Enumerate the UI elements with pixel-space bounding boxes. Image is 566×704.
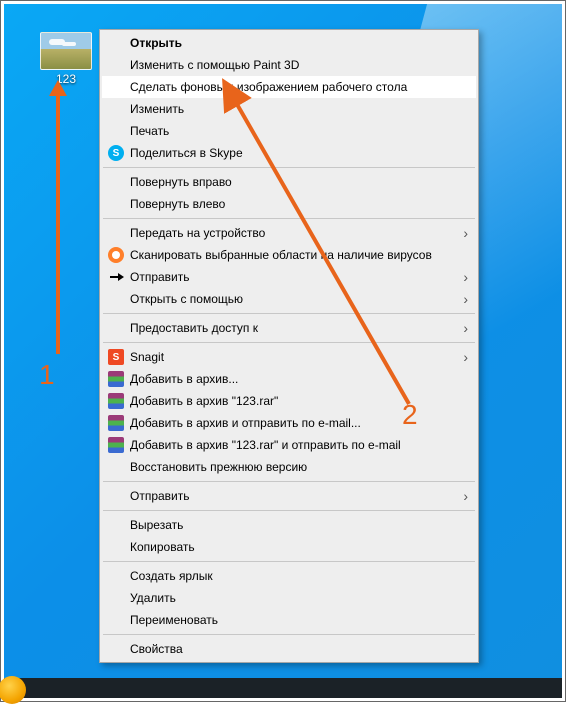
menu-item-label: Добавить в архив "123.rar" и отправить п…	[130, 438, 401, 452]
rar-icon	[108, 437, 124, 453]
menu-separator	[103, 342, 475, 343]
menu-item-label: Открыть с помощью	[130, 292, 243, 306]
menu-item-label: Удалить	[130, 591, 176, 605]
menu-item[interactable]: Восстановить прежнюю версию	[102, 456, 476, 478]
menu-item-label: Вырезать	[130, 518, 183, 532]
menu-item[interactable]: Добавить в архив "123.rar"	[102, 390, 476, 412]
menu-separator	[103, 481, 475, 482]
menu-item-label: Сделать фоновым изображением рабочего ст…	[130, 80, 407, 94]
menu-item-label: Поделиться в Skype	[130, 146, 243, 160]
menu-item-label: Открыть	[130, 36, 182, 50]
context-menu: Открыть Изменить с помощью Paint 3D Сделат…	[99, 29, 479, 663]
menu-item[interactable]: Отправить ›	[102, 266, 476, 288]
desktop-icon-file[interactable]: 123	[34, 32, 98, 86]
menu-separator	[103, 218, 475, 219]
avast-icon	[108, 247, 124, 263]
menu-separator	[103, 634, 475, 635]
rar-icon	[108, 393, 124, 409]
menu-item[interactable]: Snagit ›	[102, 346, 476, 368]
chevron-right-icon: ›	[463, 291, 468, 307]
menu-item-label: Восстановить прежнюю версию	[130, 460, 307, 474]
menu-item[interactable]: Добавить в архив "123.rar" и отправить п…	[102, 434, 476, 456]
menu-item[interactable]: Переименовать	[102, 609, 476, 631]
desktop-icon-label: 123	[34, 72, 98, 86]
menu-item-label: Добавить в архив...	[130, 372, 238, 386]
menu-item[interactable]: Свойства	[102, 638, 476, 660]
annotation-arrow-1	[56, 94, 60, 354]
menu-item[interactable]: Открыть с помощью ›	[102, 288, 476, 310]
menu-item-label: Добавить в архив "123.rar"	[130, 394, 278, 408]
menu-item-label: Предоставить доступ к	[130, 321, 258, 335]
menu-item[interactable]: Повернуть вправо	[102, 171, 476, 193]
menu-item-label: Переименовать	[130, 613, 218, 627]
share-icon	[108, 269, 124, 285]
menu-item-label: Изменить	[130, 102, 184, 116]
menu-item[interactable]: Поделиться в Skype	[102, 142, 476, 164]
menu-item[interactable]: Создать ярлык	[102, 565, 476, 587]
menu-item[interactable]: Изменить с помощью Paint 3D	[102, 54, 476, 76]
chevron-right-icon: ›	[463, 269, 468, 285]
menu-separator	[103, 167, 475, 168]
menu-item[interactable]: Добавить в архив...	[102, 368, 476, 390]
menu-item[interactable]: Удалить	[102, 587, 476, 609]
menu-separator	[103, 313, 475, 314]
menu-item-label: Сканировать выбранные области на наличие…	[130, 248, 432, 262]
chevron-right-icon: ›	[463, 488, 468, 504]
chevron-right-icon: ›	[463, 349, 468, 365]
chevron-right-icon: ›	[463, 320, 468, 336]
menu-item-label: Свойства	[130, 642, 183, 656]
menu-item[interactable]: Копировать	[102, 536, 476, 558]
menu-item[interactable]: Печать	[102, 120, 476, 142]
taskbar[interactable]	[4, 678, 562, 698]
desktop[interactable]: 123 Открыть Изменить с помощью Paint 3D Сд…	[4, 4, 562, 698]
menu-item[interactable]: Отправить ›	[102, 485, 476, 507]
menu-item[interactable]: Изменить	[102, 98, 476, 120]
menu-item-label: Изменить с помощью Paint 3D	[130, 58, 299, 72]
menu-item-label: Отправить	[130, 270, 190, 284]
menu-item[interactable]: Сделать фоновым изображением рабочего ст…	[102, 76, 476, 98]
image-thumbnail	[40, 32, 92, 70]
menu-item[interactable]: Открыть	[102, 32, 476, 54]
menu-item-label: Повернуть вправо	[130, 175, 232, 189]
annotation-label-1: 1	[39, 359, 55, 391]
menu-item-label: Передать на устройство	[130, 226, 265, 240]
menu-item[interactable]: Сканировать выбранные области на наличие…	[102, 244, 476, 266]
rar-icon	[108, 415, 124, 431]
menu-item-label: Копировать	[130, 540, 195, 554]
menu-item[interactable]: Вырезать	[102, 514, 476, 536]
snagit-icon	[108, 349, 124, 365]
menu-item-label: Печать	[130, 124, 169, 138]
menu-item[interactable]: Предоставить доступ к ›	[102, 317, 476, 339]
menu-item-label: Отправить	[130, 489, 190, 503]
rar-icon	[108, 371, 124, 387]
menu-item[interactable]: Повернуть влево	[102, 193, 476, 215]
menu-item-label: Повернуть влево	[130, 197, 225, 211]
chevron-right-icon: ›	[463, 225, 468, 241]
menu-item-label: Создать ярлык	[130, 569, 213, 583]
menu-separator	[103, 510, 475, 511]
menu-item-label: Snagit	[130, 350, 164, 364]
chrome-icon[interactable]	[0, 676, 26, 704]
menu-item[interactable]: Передать на устройство ›	[102, 222, 476, 244]
menu-item[interactable]: Добавить в архив и отправить по e-mail..…	[102, 412, 476, 434]
skype-icon	[108, 145, 124, 161]
menu-item-label: Добавить в архив и отправить по e-mail..…	[130, 416, 361, 430]
menu-separator	[103, 561, 475, 562]
